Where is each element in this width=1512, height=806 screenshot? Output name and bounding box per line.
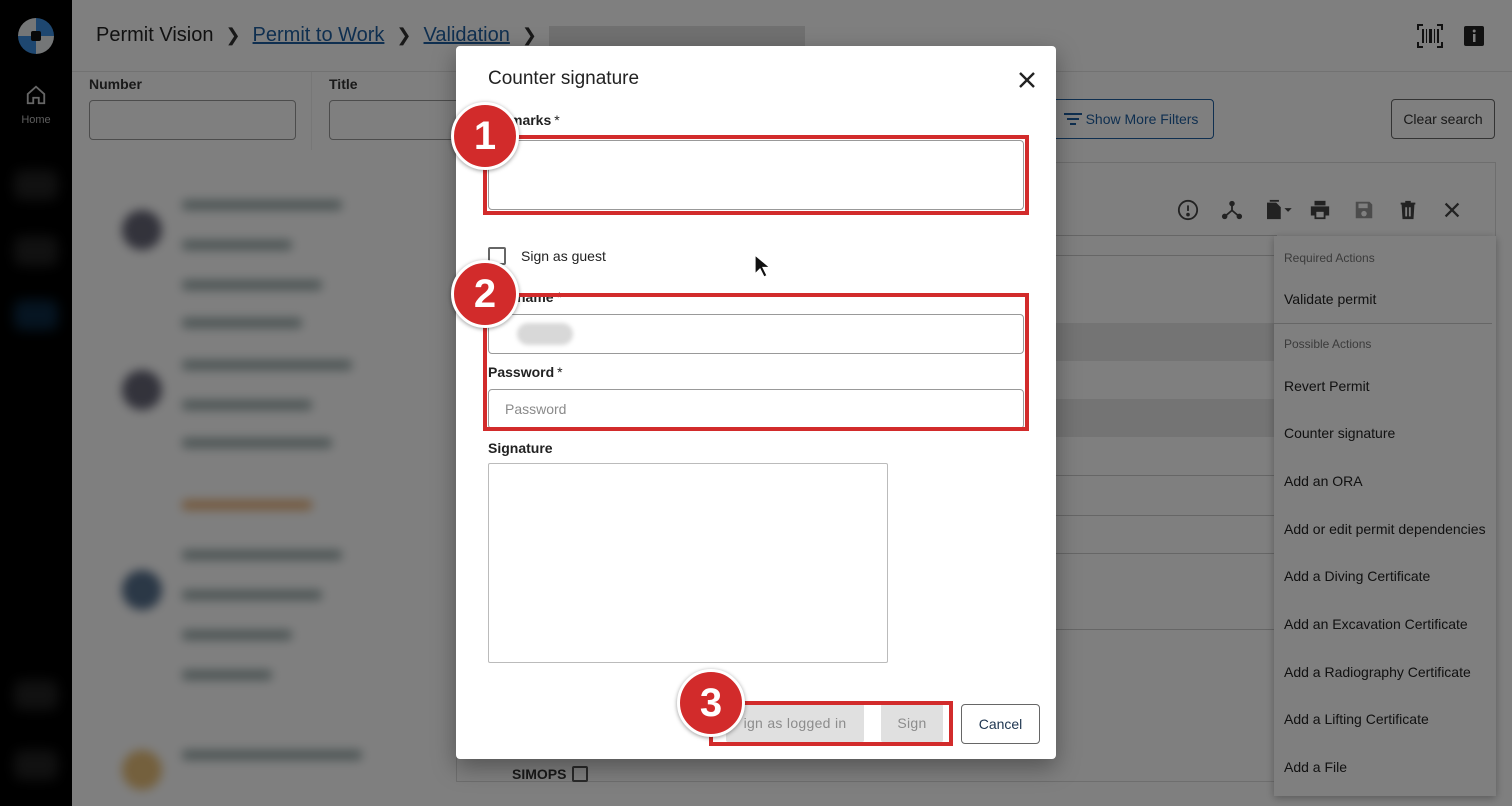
sign-as-guest-label: Sign as guest xyxy=(521,248,606,264)
step-badge-3: 3 xyxy=(677,669,745,737)
signature-pad[interactable] xyxy=(488,463,888,663)
mouse-cursor-icon xyxy=(754,254,770,278)
highlight-remarks xyxy=(483,135,1029,215)
step-badge-1: 1 xyxy=(451,102,519,170)
highlight-credentials xyxy=(483,293,1029,431)
signature-label: Signature xyxy=(488,440,553,456)
dialog-title: Counter signature xyxy=(488,68,640,89)
close-icon[interactable] xyxy=(1017,70,1037,90)
cancel-button[interactable]: Cancel xyxy=(961,704,1040,744)
highlight-sign-buttons xyxy=(709,701,953,746)
required-mark: * xyxy=(554,112,560,128)
sign-as-guest-option[interactable]: Sign as guest xyxy=(488,247,606,265)
step-badge-2: 2 xyxy=(451,260,519,328)
